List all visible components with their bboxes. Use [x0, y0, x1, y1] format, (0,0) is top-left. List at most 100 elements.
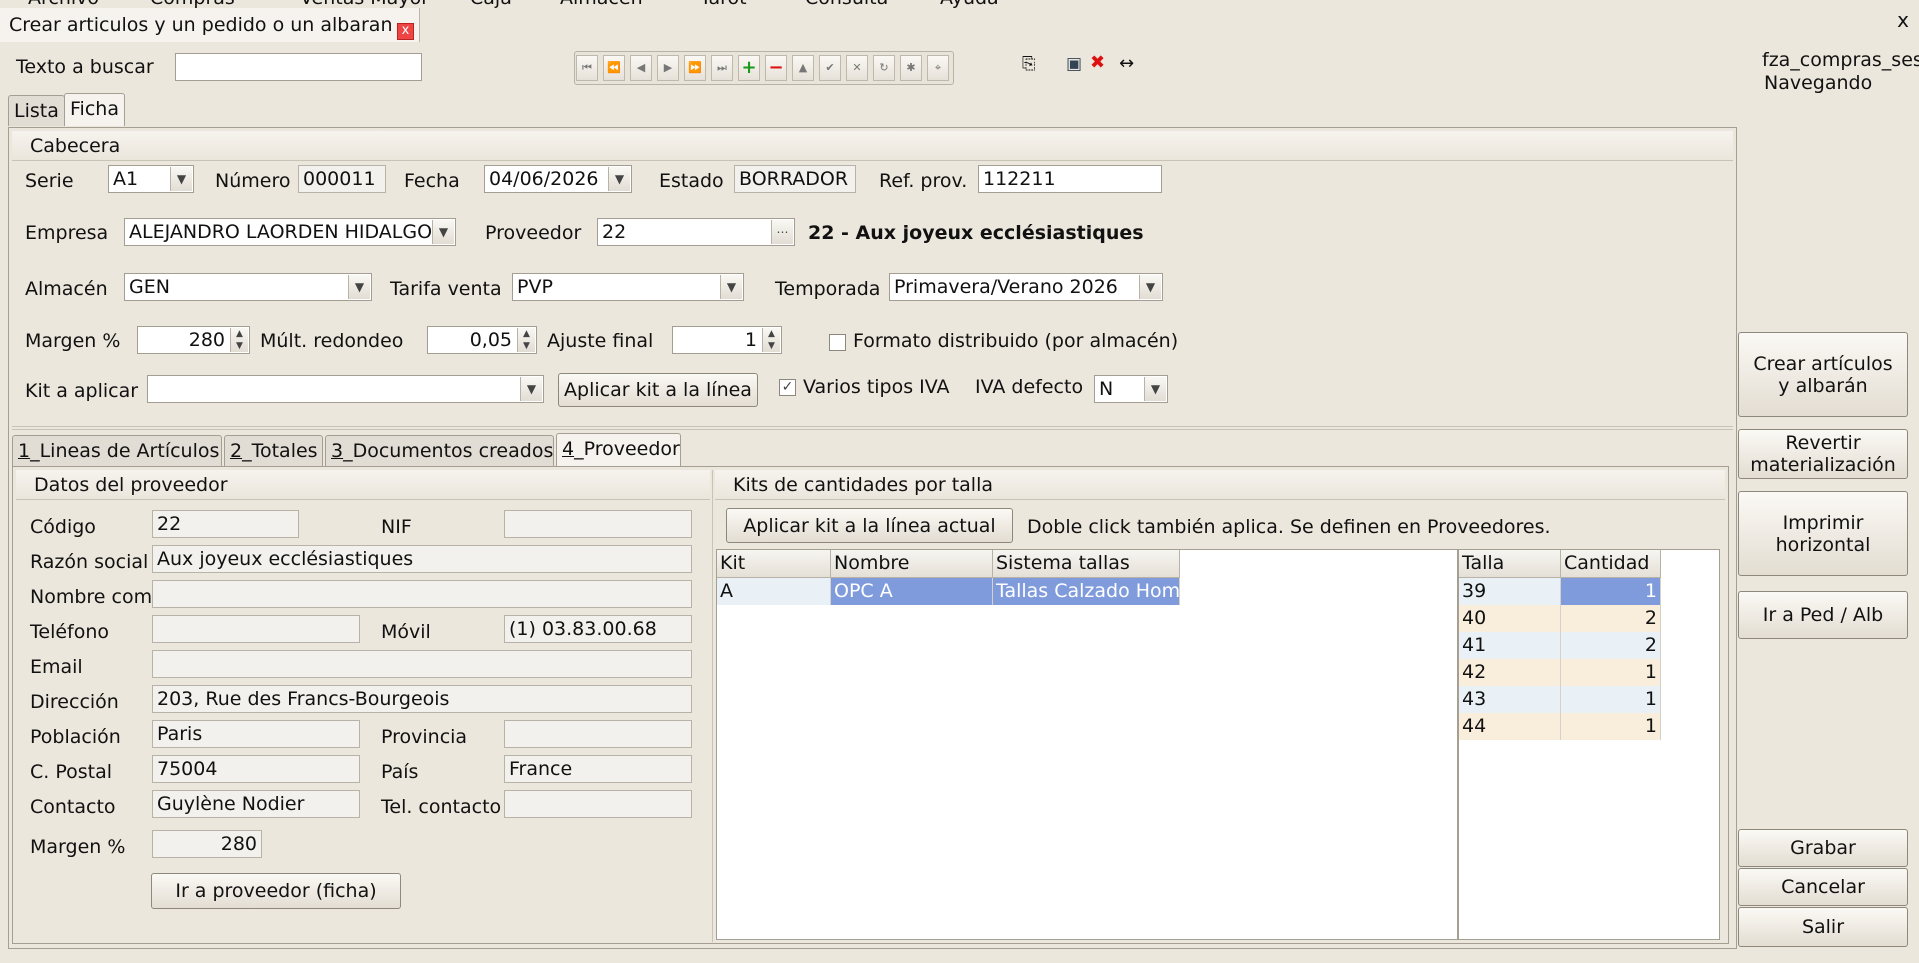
sizes-grid[interactable]: Talla Cantidad 39 1 40 2 41 2 42 1 43 1 …: [1458, 549, 1720, 940]
size-row-cantidad[interactable]: 2: [1561, 605, 1661, 632]
kit-cell-nombre[interactable]: OPC A: [831, 578, 993, 605]
prev-page-icon[interactable]: ⏪: [603, 55, 625, 81]
kits-grid[interactable]: Kit Nombre Sistema tallas A OPC A Tallas…: [716, 549, 1458, 940]
col-kit[interactable]: Kit: [717, 550, 831, 578]
tab-lineas[interactable]: 1_Lineas de Artículos: [12, 435, 222, 466]
refprov-field[interactable]: 112211: [978, 165, 1162, 193]
size-row-talla[interactable]: 39: [1459, 578, 1561, 605]
cancelar-button[interactable]: Cancelar: [1738, 868, 1908, 906]
revertir-button[interactable]: Revertir materialización: [1738, 429, 1908, 479]
almacen-label: Almacén: [25, 278, 108, 300]
temporada-combo[interactable]: Primavera/Verano 2026 ▼: [889, 273, 1163, 301]
menu-consulta[interactable]: Consulta: [805, 0, 888, 8]
prev-record-icon[interactable]: ◀: [630, 55, 652, 81]
ir-ped-alb-button[interactable]: Ir a Ped / Alb: [1738, 591, 1908, 639]
size-row-talla[interactable]: 40: [1459, 605, 1561, 632]
chevron-down-icon[interactable]: ▼: [1139, 275, 1161, 299]
aplicar-kit-button[interactable]: Aplicar kit a la línea: [558, 373, 758, 407]
col-cantidad[interactable]: Cantidad: [1561, 550, 1661, 578]
empresa-combo[interactable]: ALEJANDRO LAORDEN HIDALGO ▼: [124, 218, 456, 246]
tab-proveedor[interactable]: 4_Proveedor: [556, 433, 681, 466]
crear-articulos-button[interactable]: Crear artículos y albarán: [1738, 332, 1908, 417]
add-record-icon[interactable]: +: [738, 55, 760, 81]
spin-arrows-icon[interactable]: ▲ ▼: [517, 328, 535, 352]
size-row-cantidad[interactable]: 1: [1561, 713, 1661, 740]
varios-iva-checkbox[interactable]: ✓: [779, 379, 796, 396]
close-icon[interactable]: x: [397, 23, 414, 40]
movil-label: Móvil: [381, 621, 431, 643]
spin-arrows-icon[interactable]: ▲ ▼: [230, 328, 248, 352]
formato-checkbox[interactable]: [829, 334, 846, 351]
last-record-icon[interactable]: ⏭: [711, 55, 733, 81]
post-icon[interactable]: ✔: [819, 55, 841, 81]
kit-cell-sistema[interactable]: Tallas Calzado Hom: [993, 578, 1180, 605]
menu-ayuda[interactable]: Ayuda: [940, 0, 999, 8]
spin-arrows-icon[interactable]: ▲ ▼: [762, 328, 780, 352]
resize-icon[interactable]: ↔: [1119, 53, 1134, 74]
tab-lista[interactable]: Lista: [8, 95, 65, 126]
size-row-cantidad[interactable]: 1: [1561, 686, 1661, 713]
cancel-edit-icon[interactable]: ✕: [846, 55, 868, 81]
mult-spin[interactable]: 0,05 ▲ ▼: [427, 326, 537, 354]
tab-documentos[interactable]: 3_Documentos creados: [325, 435, 554, 466]
imprimir-horizontal-button[interactable]: Imprimir horizontal: [1738, 491, 1908, 576]
menu-ventas[interactable]: Ventas Mayor: [300, 0, 429, 8]
iva-defecto-combo[interactable]: N ▼: [1094, 375, 1168, 403]
salir-button[interactable]: Salir: [1738, 907, 1908, 947]
discard-icon[interactable]: ✖: [1090, 52, 1105, 73]
size-row-cantidad[interactable]: 1: [1561, 659, 1661, 686]
tab-totales[interactable]: 2_Totales: [224, 435, 323, 466]
size-row-cantidad[interactable]: 1: [1561, 578, 1661, 605]
menu-almacen[interactable]: Almacen: [560, 0, 643, 8]
kit-cell-code[interactable]: A: [717, 578, 831, 605]
aplicar-kit-actual-button[interactable]: Aplicar kit a la línea actual: [726, 508, 1013, 543]
chevron-down-icon[interactable]: ▼: [1144, 377, 1166, 401]
refresh-icon[interactable]: ↻: [873, 55, 895, 81]
chevron-down-icon[interactable]: ▼: [432, 220, 454, 244]
size-row-talla[interactable]: 42: [1459, 659, 1561, 686]
tarifa-combo[interactable]: PVP ▼: [512, 273, 744, 301]
next-page-icon[interactable]: ⏩: [684, 55, 706, 81]
col-talla[interactable]: Talla: [1459, 550, 1561, 578]
menu-caja[interactable]: Caja: [470, 0, 512, 8]
size-row-talla[interactable]: 41: [1459, 632, 1561, 659]
chevron-down-icon[interactable]: ▼: [170, 167, 192, 191]
edit-record-icon[interactable]: ▲: [792, 55, 814, 81]
size-row-talla[interactable]: 43: [1459, 686, 1561, 713]
save-copy-icon[interactable]: ▣: [1066, 54, 1082, 74]
chevron-down-icon[interactable]: ▼: [608, 167, 630, 191]
first-record-icon[interactable]: ⏮: [576, 55, 598, 81]
ir-proveedor-button[interactable]: Ir a proveedor (ficha): [151, 873, 401, 909]
tab-ficha[interactable]: Ficha: [64, 93, 125, 126]
ellipsis-icon[interactable]: ⋯: [771, 220, 793, 244]
col-sistema[interactable]: Sistema tallas: [993, 550, 1180, 578]
delete-record-icon[interactable]: −: [765, 55, 787, 81]
grabar-button[interactable]: Grabar: [1738, 829, 1908, 867]
chevron-down-icon[interactable]: ▼: [720, 275, 742, 299]
apply-filter-icon[interactable]: ✱: [900, 55, 922, 81]
menu-compras[interactable]: Compras: [150, 0, 235, 8]
bookmark-icon[interactable]: ⌖: [927, 55, 949, 81]
close-window-icon[interactable]: x: [1897, 8, 1909, 32]
window-tab[interactable]: Crear articulos y un pedido o un albaran…: [0, 8, 420, 42]
next-record-icon[interactable]: ▶: [657, 55, 679, 81]
serie-combo[interactable]: A1 ▼: [108, 165, 194, 193]
menu-tarot[interactable]: Tarot: [700, 0, 747, 8]
proveedor-field[interactable]: 22 ⋯: [597, 218, 795, 246]
search-input[interactable]: [175, 53, 422, 81]
numero-field[interactable]: 000011: [298, 165, 386, 193]
margen-spin[interactable]: 280 ▲ ▼: [137, 326, 250, 354]
fecha-field[interactable]: 04/06/2026 ▼: [484, 165, 632, 193]
contacto-label: Contacto: [30, 796, 116, 818]
col-nombre[interactable]: Nombre: [831, 550, 993, 578]
copy-icon[interactable]: ⎘: [1022, 54, 1036, 74]
size-row-cantidad[interactable]: 2: [1561, 632, 1661, 659]
menu-archivo[interactable]: Archivo: [28, 0, 99, 8]
size-row-talla[interactable]: 44: [1459, 713, 1561, 740]
chevron-down-icon[interactable]: ▼: [520, 377, 542, 401]
chevron-down-icon[interactable]: ▼: [348, 275, 370, 299]
almacen-combo[interactable]: GEN ▼: [124, 273, 372, 301]
ajuste-spin[interactable]: 1 ▲ ▼: [672, 326, 782, 354]
kit-combo[interactable]: ▼: [147, 375, 544, 403]
splitter[interactable]: [12, 426, 1733, 430]
